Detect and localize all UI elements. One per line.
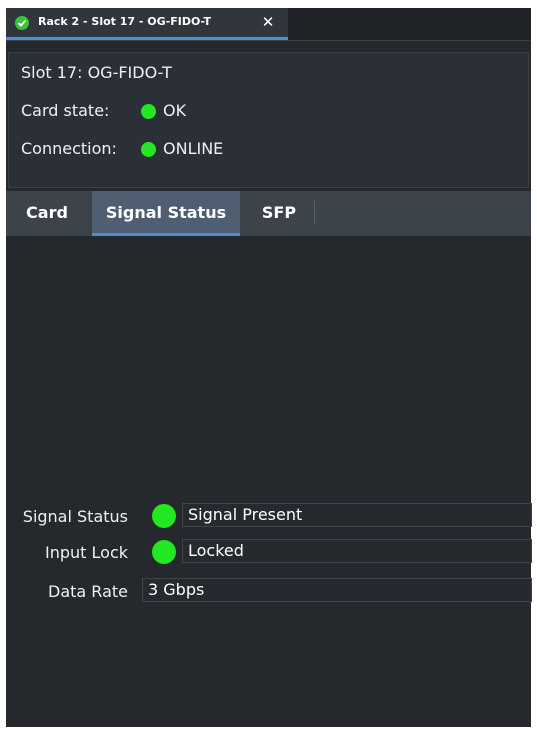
check-circle-icon bbox=[15, 16, 29, 30]
signal-status-label: Signal Status bbox=[22, 507, 128, 526]
connection-indicator-icon bbox=[141, 142, 156, 157]
card-state-label: Card state: bbox=[21, 101, 110, 120]
card-info-panel: Slot 17: OG-FIDO-T Card state: OK Connec… bbox=[8, 52, 529, 188]
signal-status-field: Signal Present bbox=[182, 503, 532, 527]
tab-divider bbox=[314, 201, 315, 225]
input-lock-field: Locked bbox=[182, 539, 532, 563]
card-state-indicator-icon bbox=[141, 104, 156, 119]
document-tab-title: Rack 2 - Slot 17 - OG-FIDO-T bbox=[38, 15, 211, 28]
slot-title: Slot 17: OG-FIDO-T bbox=[21, 63, 172, 82]
card-config-window: Rack 2 - Slot 17 - OG-FIDO-T ✕ Slot 17: … bbox=[6, 8, 532, 727]
signal-status-indicator-icon bbox=[152, 504, 176, 528]
settings-tab-bar: Card Signal Status SFP bbox=[6, 191, 531, 236]
card-state-value: OK bbox=[163, 101, 187, 120]
connection-label: Connection: bbox=[21, 139, 117, 158]
tab-card[interactable]: Card bbox=[6, 191, 88, 236]
tab-signal-status[interactable]: Signal Status bbox=[92, 191, 240, 236]
data-rate-field: 3 Gbps bbox=[142, 578, 532, 602]
close-icon[interactable]: ✕ bbox=[260, 13, 276, 31]
input-lock-indicator-icon bbox=[152, 540, 176, 564]
tab-sfp[interactable]: SFP bbox=[244, 191, 314, 236]
connection-value: ONLINE bbox=[163, 139, 224, 158]
document-tab-strip: Rack 2 - Slot 17 - OG-FIDO-T ✕ bbox=[6, 8, 531, 41]
input-lock-label: Input Lock bbox=[45, 543, 128, 562]
document-tab-rack2-slot17[interactable]: Rack 2 - Slot 17 - OG-FIDO-T ✕ bbox=[6, 8, 288, 40]
data-rate-label: Data Rate bbox=[48, 582, 128, 601]
